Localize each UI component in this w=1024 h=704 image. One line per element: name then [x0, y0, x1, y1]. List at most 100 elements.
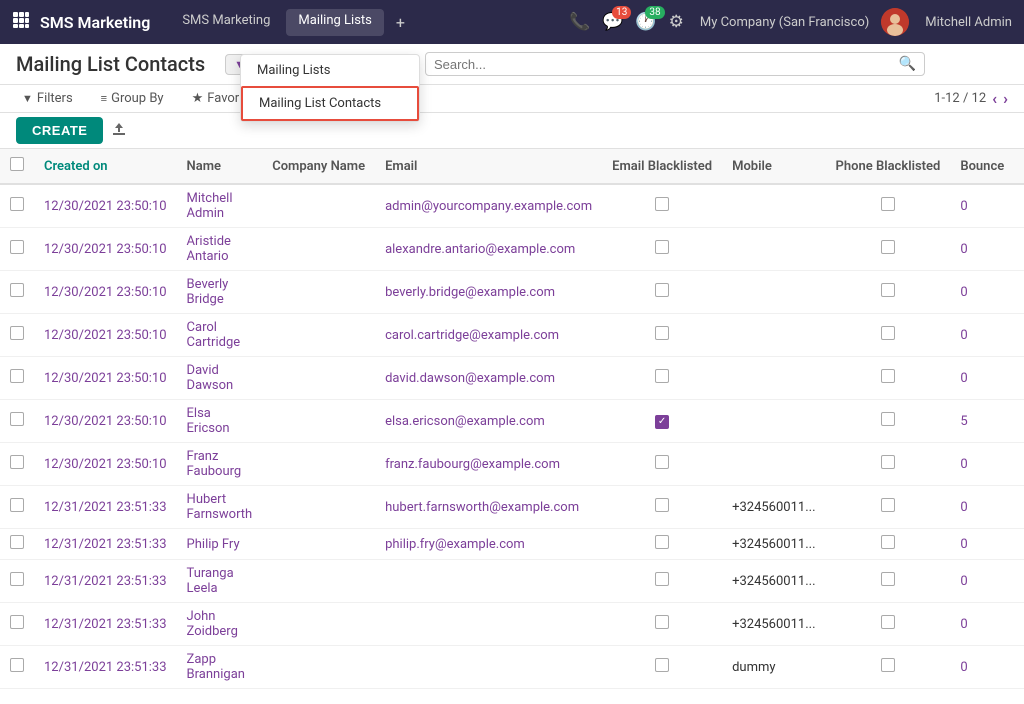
row-name[interactable]: Carol Cartridge — [177, 314, 263, 357]
row-email[interactable]: beverly.bridge@example.com — [375, 271, 602, 314]
pagination-next-button[interactable]: › — [1003, 89, 1008, 108]
phone-blacklisted-checkbox[interactable] — [881, 535, 895, 549]
email-blacklisted-checkbox[interactable] — [655, 369, 669, 383]
row-email[interactable]: admin@yourcompany.example.com — [375, 184, 602, 228]
header-checkbox[interactable] — [10, 157, 24, 171]
nav-mailing-lists[interactable]: Mailing Lists — [286, 9, 383, 36]
col-created-on[interactable]: Created on — [34, 149, 177, 184]
row-bounce[interactable]: 0 — [950, 443, 1014, 486]
phone-blacklisted-checkbox[interactable] — [881, 197, 895, 211]
row-created-on[interactable]: 12/30/2021 23:50:10 — [34, 271, 177, 314]
row-created-on[interactable]: 12/31/2021 23:51:33 — [34, 486, 177, 529]
email-blacklisted-checkbox[interactable] — [655, 283, 669, 297]
row-checkbox[interactable] — [10, 369, 24, 383]
row-checkbox[interactable] — [10, 498, 24, 512]
phone-blacklisted-checkbox[interactable] — [881, 369, 895, 383]
search-icon[interactable]: 🔍 — [899, 56, 916, 72]
clock-icon[interactable]: 🕐 38 — [635, 12, 656, 32]
row-name[interactable]: Aristide Antario — [177, 228, 263, 271]
email-blacklisted-checkbox[interactable] — [655, 326, 669, 340]
row-email[interactable] — [375, 603, 602, 646]
dropdown-mailing-list-contacts[interactable]: Mailing List Contacts — [241, 86, 419, 121]
row-email[interactable]: carol.cartridge@example.com — [375, 314, 602, 357]
row-checkbox-cell[interactable] — [0, 228, 34, 271]
row-checkbox-cell[interactable] — [0, 646, 34, 689]
row-bounce[interactable]: 5 — [950, 400, 1014, 443]
row-name[interactable]: Elsa Ericson — [177, 400, 263, 443]
chat-icon[interactable]: 💬 13 — [602, 12, 623, 32]
row-created-on[interactable]: 12/30/2021 23:50:10 — [34, 400, 177, 443]
row-created-on[interactable]: 12/30/2021 23:50:10 — [34, 357, 177, 400]
upload-icon[interactable] — [111, 121, 127, 141]
settings-icon[interactable]: ⚙ — [669, 12, 684, 32]
row-checkbox[interactable] — [10, 572, 24, 586]
row-checkbox-cell[interactable] — [0, 184, 34, 228]
row-name[interactable]: John Zoidberg — [177, 603, 263, 646]
row-created-on[interactable]: 12/31/2021 23:51:33 — [34, 560, 177, 603]
nav-sms-marketing[interactable]: SMS Marketing — [170, 9, 282, 36]
phone-blacklisted-checkbox[interactable] — [881, 326, 895, 340]
phone-blacklisted-checkbox[interactable] — [881, 658, 895, 672]
search-input[interactable] — [434, 57, 899, 72]
group-by-button[interactable]: ≡ Group By — [95, 89, 170, 108]
row-checkbox[interactable] — [10, 197, 24, 211]
row-bounce[interactable]: 0 — [950, 271, 1014, 314]
phone-blacklisted-checkbox[interactable] — [881, 240, 895, 254]
email-blacklisted-checkbox[interactable] — [655, 658, 669, 672]
row-name[interactable]: Beverly Bridge — [177, 271, 263, 314]
row-bounce[interactable]: 0 — [950, 603, 1014, 646]
row-checkbox-cell[interactable] — [0, 529, 34, 560]
phone-blacklisted-checkbox[interactable] — [881, 498, 895, 512]
row-created-on[interactable]: 12/31/2021 23:51:33 — [34, 603, 177, 646]
row-checkbox-cell[interactable] — [0, 560, 34, 603]
pagination-prev-button[interactable]: ‹ — [992, 89, 997, 108]
row-name[interactable]: Hubert Farnsworth — [177, 486, 263, 529]
row-bounce[interactable]: 0 — [950, 357, 1014, 400]
filters-button[interactable]: ▼ Filters — [16, 89, 79, 108]
row-email[interactable]: hubert.farnsworth@example.com — [375, 486, 602, 529]
row-bounce[interactable]: 0 — [950, 314, 1014, 357]
row-bounce[interactable]: 0 — [950, 560, 1014, 603]
row-email[interactable]: alexandre.antario@example.com — [375, 228, 602, 271]
row-email[interactable]: elsa.ericson@example.com — [375, 400, 602, 443]
row-email[interactable]: philip.fry@example.com — [375, 529, 602, 560]
row-created-on[interactable]: 12/30/2021 23:50:10 — [34, 228, 177, 271]
email-blacklisted-checkbox[interactable] — [655, 498, 669, 512]
row-name[interactable]: Philip Fry — [177, 529, 263, 560]
row-created-on[interactable]: 12/31/2021 23:51:33 — [34, 646, 177, 689]
email-blacklisted-checkbox[interactable] — [655, 572, 669, 586]
row-email[interactable] — [375, 646, 602, 689]
row-checkbox[interactable] — [10, 535, 24, 549]
row-email[interactable]: franz.faubourg@example.com — [375, 443, 602, 486]
email-blacklisted-checkbox[interactable] — [655, 615, 669, 629]
phone-blacklisted-checkbox[interactable] — [881, 572, 895, 586]
app-grid-icon[interactable] — [12, 11, 30, 33]
create-button[interactable]: CREATE — [16, 117, 103, 144]
dropdown-mailing-lists[interactable]: Mailing Lists — [241, 55, 419, 86]
email-blacklisted-checkbox[interactable] — [655, 535, 669, 549]
row-created-on[interactable]: 12/30/2021 23:50:10 — [34, 184, 177, 228]
row-checkbox[interactable] — [10, 326, 24, 340]
row-checkbox-cell[interactable] — [0, 443, 34, 486]
phone-blacklisted-checkbox[interactable] — [881, 455, 895, 469]
row-bounce[interactable]: 0 — [950, 184, 1014, 228]
phone-blacklisted-checkbox[interactable] — [881, 412, 895, 426]
phone-icon[interactable]: 📞 — [569, 12, 590, 32]
row-checkbox[interactable] — [10, 455, 24, 469]
col-more[interactable]: ⋮ — [1014, 149, 1024, 184]
row-checkbox[interactable] — [10, 283, 24, 297]
row-checkbox[interactable] — [10, 240, 24, 254]
row-name[interactable]: Mitchell Admin — [177, 184, 263, 228]
email-blacklisted-checkbox[interactable] — [655, 197, 669, 211]
row-created-on[interactable]: 12/30/2021 23:50:10 — [34, 314, 177, 357]
row-bounce[interactable]: 0 — [950, 486, 1014, 529]
row-checkbox[interactable] — [10, 412, 24, 426]
row-checkbox-cell[interactable] — [0, 486, 34, 529]
row-name[interactable]: Franz Faubourg — [177, 443, 263, 486]
row-created-on[interactable]: 12/30/2021 23:50:10 — [34, 443, 177, 486]
row-email[interactable]: david.dawson@example.com — [375, 357, 602, 400]
row-bounce[interactable]: 0 — [950, 228, 1014, 271]
row-checkbox[interactable] — [10, 615, 24, 629]
row-created-on[interactable]: 12/31/2021 23:51:33 — [34, 529, 177, 560]
row-name[interactable]: David Dawson — [177, 357, 263, 400]
